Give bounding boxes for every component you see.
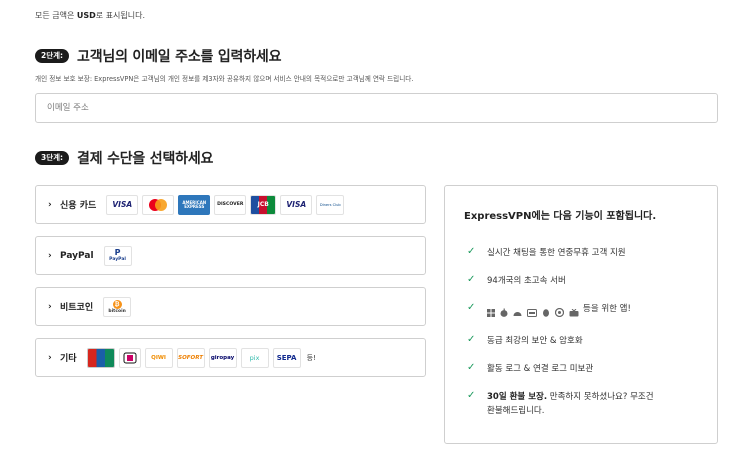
payment-option-bitcoin[interactable]: › 비트코인 ₿ bitcoin — [35, 287, 426, 326]
check-icon: ✓ — [467, 390, 476, 401]
feature-item: ✓ 실시간 채팅을 통한 연중무휴 고객 지원 — [467, 246, 626, 260]
email-field-container — [35, 93, 718, 123]
feature-item: ✓ 활동 로그 & 연결 로그 미보관 — [467, 362, 593, 376]
check-icon: ✓ — [467, 362, 476, 373]
more-methods-text: 등! — [306, 353, 316, 362]
step3-title: 결제 수단을 선택하세요 — [77, 151, 214, 167]
check-icon: ✓ — [467, 274, 476, 285]
feature-text: 실시간 채팅을 통한 연중무휴 고객 지원 — [487, 248, 626, 258]
currency-note: 모든 금액은 USD로 표시됩니다. — [35, 10, 145, 21]
payment-option-credit-card[interactable]: › 신용 카드 VISA AMERICAN EXPRESS DISCOVER J… — [35, 185, 426, 224]
qiwi-logo: QIWI — [144, 347, 173, 368]
payment-option-label: PayPal — [60, 250, 94, 261]
diners-club-logo: Diners Club — [316, 194, 345, 215]
check-icon: ✓ — [467, 246, 476, 257]
feature-item: ✓ 등을 위한 앱! — [467, 302, 631, 321]
payment-option-other[interactable]: › 기타 QIWI SOFORT giropay pix SEPA 등! — [35, 338, 426, 377]
feature-item: ✓ 30일 환불 보장. 만족하지 못하셨나요? 무조건 환불해드립니다. — [467, 390, 654, 418]
visa-logo: VISA — [106, 194, 139, 215]
paypal-logo: P PayPal — [103, 245, 132, 266]
sepa-logo: SEPA — [272, 347, 301, 368]
currency-code: USD — [76, 11, 96, 20]
refund-guarantee-bold: 30일 환불 보장. — [487, 392, 548, 402]
tv-icon — [569, 302, 579, 321]
feature-text: 94개국의 초고속 서버 — [487, 276, 566, 286]
check-icon: ✓ — [467, 302, 476, 313]
chevron-right-icon: › — [48, 301, 52, 312]
feature-text: 등을 위한 앱! — [583, 304, 631, 314]
payment-option-label: 기타 — [60, 354, 77, 364]
currency-suffix: 로 표시됩니다. — [95, 11, 146, 20]
refund-guarantee-text: 만족하지 못하셨나요? 무조건 — [547, 392, 654, 402]
payment-option-label: 신용 카드 — [60, 201, 97, 211]
windows-icon — [487, 302, 495, 321]
chevron-right-icon: › — [48, 199, 52, 210]
check-icon: ✓ — [467, 334, 476, 345]
step3-header: 3단계: 결제 수단을 선택하세요 — [35, 148, 213, 168]
feature-item: ✓ 동급 최강의 보안 & 암호화 — [467, 334, 583, 348]
apple-icon — [500, 302, 508, 321]
chevron-right-icon: › — [48, 352, 52, 363]
feature-text: 동급 최강의 보안 & 암호화 — [487, 336, 583, 346]
unionpay-logo — [86, 347, 115, 368]
currency-prefix: 모든 금액은 — [35, 11, 77, 20]
payment-option-label: 비트코인 — [60, 303, 94, 313]
feature-item: ✓ 94개국의 초고속 서버 — [467, 274, 566, 288]
linux-icon — [542, 302, 550, 321]
amex-logo: AMERICAN EXPRESS — [178, 194, 211, 215]
step3-badge: 3단계: — [35, 151, 70, 165]
bitcoin-logo: ₿ bitcoin — [103, 296, 132, 317]
mastercard-logo — [142, 194, 175, 215]
bitcoin-logo-text: bitcoin — [108, 308, 126, 314]
step2-header: 2단계: 고객님의 이메일 주소를 입력하세요 — [35, 46, 281, 66]
step2-title: 고객님의 이메일 주소를 입력하세요 — [77, 49, 282, 65]
feature-text: 30일 환불 보장. 만족하지 못하셨나요? 무조건 환불해드립니다. — [487, 390, 654, 418]
step2-badge: 2단계: — [35, 49, 70, 63]
feature-text: 활동 로그 & 연결 로그 미보관 — [487, 364, 594, 374]
visa-logo-2: VISA — [280, 194, 313, 215]
card-logos: VISA AMERICAN EXPRESS DISCOVER JCB VISA … — [106, 194, 345, 215]
giropay-logo: giropay — [208, 347, 237, 368]
sofort-logo: SOFORT — [176, 347, 205, 368]
pix-logo: pix — [240, 347, 269, 368]
ideal-logo — [118, 347, 141, 368]
router-icon — [527, 302, 537, 321]
email-field[interactable] — [36, 94, 717, 122]
refund-guarantee-line2: 환불해드립니다. — [487, 406, 545, 416]
jcb-logo: JCB — [250, 194, 277, 215]
android-icon — [513, 302, 522, 321]
discover-logo: DISCOVER — [214, 194, 247, 215]
platform-icons — [487, 302, 579, 321]
privacy-note: 개인 정보 보호 보장: ExpressVPN은 고객님의 개인 정보를 제3자… — [35, 75, 414, 83]
paypal-logo-text: PayPal — [109, 257, 126, 262]
chevron-right-icon: › — [48, 250, 52, 261]
payment-option-paypal[interactable]: › PayPal P PayPal — [35, 236, 426, 275]
features-title: ExpressVPN에는 다음 기능이 포함됩니다. — [464, 211, 657, 222]
features-panel: ExpressVPN에는 다음 기능이 포함됩니다. ✓ 실시간 채팅을 통한 … — [444, 185, 718, 444]
chrome-icon — [554, 302, 565, 321]
other-logos: QIWI SOFORT giropay pix SEPA 등! — [86, 347, 316, 368]
